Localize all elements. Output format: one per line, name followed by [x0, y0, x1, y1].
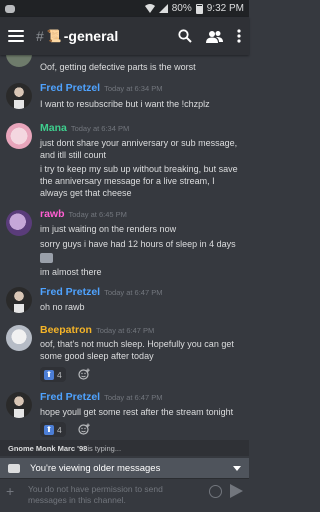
- username[interactable]: Fred Pretzel Today at 6:47 PM: [40, 286, 162, 298]
- hamburger-menu-icon[interactable]: [8, 30, 24, 42]
- username[interactable]: Beepatron Today at 6:47 PM: [40, 324, 154, 336]
- timestamp: Today at 6:47 PM: [104, 288, 163, 297]
- avatar[interactable]: [6, 55, 32, 67]
- older-messages-banner[interactable]: You're viewing older messages: [0, 458, 249, 478]
- message-text: oof, that's not much sleep. Hopefully yo…: [40, 339, 234, 361]
- members-icon[interactable]: [206, 30, 223, 43]
- avatar[interactable]: [6, 123, 32, 149]
- more-options-icon[interactable]: [237, 29, 241, 43]
- message-text: just dont share your anniversary or sub …: [40, 138, 238, 160]
- timestamp: Today at 6:45 PM: [68, 210, 127, 219]
- message-text: im just waiting on the renders now: [40, 224, 177, 234]
- message-text: im almost there: [40, 267, 102, 277]
- custom-emote: [40, 253, 53, 263]
- up-arrow-icon: ⬆: [44, 369, 54, 380]
- add-reaction-icon[interactable]: [78, 368, 90, 380]
- message-input[interactable]: You do not have permission to send messa…: [22, 484, 209, 506]
- message-text: oh no rawb: [40, 302, 85, 312]
- emoji-picker-icon[interactable]: [209, 485, 222, 498]
- reaction-upvote[interactable]: ⬆ 4: [40, 422, 66, 437]
- status-bar: 80% 9:32 PM: [0, 0, 249, 17]
- channel-title: -general: [63, 28, 119, 44]
- avatar[interactable]: [6, 287, 32, 313]
- message-text: sorry guys i have had 12 hours of sleep …: [40, 239, 236, 249]
- message-list[interactable]: Oof, getting defective parts is the wors…: [0, 55, 249, 460]
- wifi-icon: [144, 4, 155, 13]
- message-text: I want to resubscribe but i want the !ch…: [40, 99, 210, 109]
- timestamp: Today at 6:34 PM: [104, 84, 163, 93]
- channel-emoji: 📜: [46, 29, 62, 43]
- message-text: i try to keep my sub up without breaking…: [40, 164, 238, 198]
- avatar[interactable]: [6, 325, 32, 351]
- battery-percent: 80%: [171, 3, 192, 14]
- username[interactable]: Fred Pretzel Today at 6:47 PM: [40, 391, 162, 403]
- username[interactable]: rawb Today at 6:45 PM: [40, 208, 127, 220]
- typing-suffix: is typing...: [87, 443, 122, 453]
- username[interactable]: Fred Pretzel Today at 6:34 PM: [40, 82, 162, 94]
- typing-indicator: Gnome Monk Marc '98 is typing...: [0, 440, 249, 456]
- signal-icon: [158, 4, 168, 13]
- message-text: Oof, getting defective parts is the wors…: [40, 62, 196, 72]
- reaction-count: 4: [57, 369, 62, 380]
- battery-icon: [195, 3, 203, 14]
- message-text: hope youll get some rest after the strea…: [40, 407, 234, 417]
- up-arrow-icon: ⬆: [44, 424, 54, 435]
- typing-user: Gnome Monk Marc '98: [8, 443, 88, 453]
- chat-bubble-icon: [8, 463, 20, 473]
- clock: 9:32 PM: [206, 3, 244, 14]
- add-reaction-icon[interactable]: [78, 423, 90, 435]
- avatar[interactable]: [6, 392, 32, 418]
- banner-text: You're viewing older messages: [30, 462, 161, 474]
- channel-header: # 📜 -general: [0, 17, 249, 55]
- jump-down-icon[interactable]: [233, 465, 241, 471]
- message-input-bar: + You do not have permission to send mes…: [0, 478, 249, 512]
- username[interactable]: Mana Today at 6:34 PM: [40, 122, 129, 134]
- search-icon[interactable]: [178, 29, 192, 43]
- avatar[interactable]: [6, 210, 32, 236]
- send-icon[interactable]: [230, 484, 243, 498]
- channel-hash-icon: #: [36, 28, 44, 44]
- avatar[interactable]: [6, 83, 32, 109]
- discord-notification-icon: [5, 4, 15, 13]
- timestamp: Today at 6:34 PM: [70, 124, 130, 133]
- timestamp: Today at 6:47 PM: [95, 326, 155, 335]
- reaction-upvote[interactable]: ⬆ 4: [40, 367, 66, 382]
- plus-icon[interactable]: +: [6, 484, 22, 498]
- timestamp: Today at 6:47 PM: [104, 393, 163, 402]
- reaction-count: 4: [57, 424, 62, 435]
